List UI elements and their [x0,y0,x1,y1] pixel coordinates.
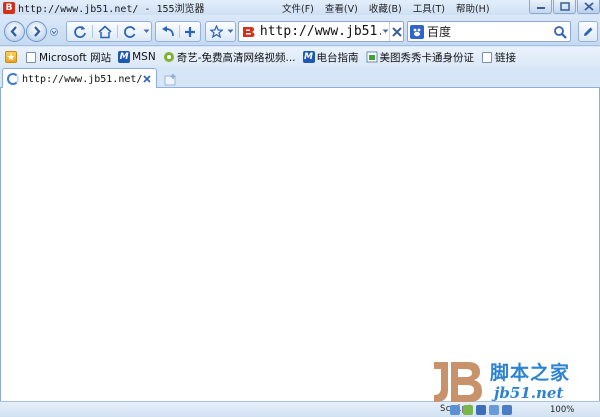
meitu-icon [366,51,378,63]
bookmark-qiyi[interactable]: 奇艺-免费高清网络视频... [163,50,296,65]
tab-jb51[interactable]: http://www.jb51.net/ [2,68,157,89]
reload-options-dropdown[interactable] [141,22,151,41]
favorites-group [155,21,201,42]
new-tab-button[interactable] [163,72,177,86]
page-controls-group [66,21,152,42]
back-arrow-icon [10,26,17,37]
tab-close-button[interactable] [142,74,152,84]
msn-icon: M [302,51,315,63]
window-title: http://www.jb51.net/ - 155浏览器 [18,4,205,15]
baidu-engine-icon[interactable] [410,24,424,39]
minimize-button[interactable] [529,0,552,14]
search-bar[interactable] [407,21,571,42]
bookmark-meitu[interactable]: 美图秀秀卡通身份证 [366,50,474,65]
site-watermark: 脚本之家 jb51.net [432,356,600,408]
url-field[interactable]: http://www.jb51.net/ [260,24,381,39]
menu-tools[interactable]: 工具(T) [413,1,445,15]
new-tab-icon [164,73,175,85]
tab-title: http://www.jb51.net/ [22,73,142,85]
undo-close-button[interactable] [158,22,178,41]
refresh-icon [74,25,86,38]
bookmarks-bar: Microsoft 网站 M MSN 奇艺-免费高清网络视频... M 电台指南… [0,47,600,67]
close-icon [143,75,151,83]
close-icon [391,26,402,37]
bookmark-microsoft[interactable]: Microsoft 网站 [25,50,111,65]
page-content[interactable] [0,88,600,401]
star-icon [209,25,223,38]
menu-bar: 文件(F) 查看(V) 收藏(B) 工具(T) 帮助(H) [282,0,501,15]
home-icon [98,24,112,38]
close-icon [583,2,594,11]
browser-logo-icon [243,26,255,37]
star-icon [7,53,15,61]
favorites-star-button[interactable] [207,22,225,41]
title-bar: B http://www.jb51.net/ - 155浏览器 文件(F) 查看… [0,0,600,15]
watermark-cn: 脚本之家 [490,362,571,384]
pencil-icon [584,27,593,36]
bookmark-links[interactable]: 链接 [481,50,516,65]
browser-logo-icon: B [3,1,15,14]
curved-arrow-icon [162,25,174,36]
menu-file[interactable]: 文件(F) [282,1,314,15]
favorites-menu-group [205,21,236,42]
stop-button[interactable] [389,22,403,41]
qiyi-icon [163,52,175,63]
maximize-icon [559,2,570,11]
maximize-button[interactable] [553,0,576,14]
search-button[interactable] [552,24,568,39]
page-icon [25,51,37,63]
window-controls [528,0,600,15]
loading-icon [7,73,19,85]
bookmark-radio-guide[interactable]: M 电台指南 [302,50,359,65]
close-window-button[interactable] [577,0,600,14]
notes-button[interactable] [578,21,598,42]
favorites-dropdown[interactable] [225,22,235,41]
chevron-down-icon [227,29,233,33]
address-bar[interactable]: http://www.jb51.net/ [238,21,404,42]
menu-help[interactable]: 帮助(H) [456,1,490,15]
url-history-dropdown[interactable] [381,29,389,34]
watermark-en: jb51.net [494,384,564,402]
plus-icon [185,26,195,37]
reload-icon [124,25,136,38]
site-favicon [242,25,256,39]
navigation-toolbar: http://www.jb51.net/ [0,15,600,46]
minimize-icon [536,6,545,9]
history-dropdown[interactable] [50,28,58,39]
search-icon [554,25,567,39]
add-bookmark-button[interactable] [5,51,17,63]
msn-icon: M [118,51,131,63]
chevron-down-icon [50,28,58,36]
tab-strip: http://www.jb51.net/ [0,67,600,89]
page-icon [481,51,493,63]
chevron-down-icon [382,29,389,33]
search-input[interactable] [427,24,547,39]
menu-favorites[interactable]: 收藏(B) [369,1,402,15]
forward-button[interactable] [26,21,47,42]
reload-button[interactable] [119,22,141,41]
chevron-down-icon [143,29,149,33]
refresh-button[interactable] [69,22,91,41]
forward-arrow-icon [34,26,41,37]
menu-view[interactable]: 查看(V) [325,1,358,15]
add-favorite-button[interactable] [180,22,200,41]
back-button[interactable] [4,21,25,42]
bookmark-msn[interactable]: M MSN [118,51,156,63]
jb51-logo-icon [434,362,482,402]
home-button[interactable] [94,22,116,41]
